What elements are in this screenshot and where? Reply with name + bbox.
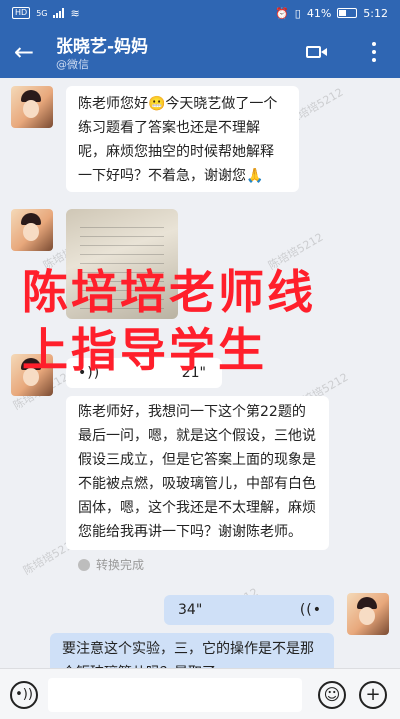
clock: 5:12 <box>363 6 388 20</box>
message-input[interactable] <box>48 678 302 712</box>
check-icon <box>78 558 90 571</box>
voice-transcript[interactable]: 陈老师好，我想问一下这个第22题的最后一问，嗯，就是这个假设，三他说假设三成立，… <box>66 396 329 550</box>
add-icon[interactable]: + <box>359 681 387 709</box>
back-arrow-icon[interactable]: ← <box>10 38 38 66</box>
vibrate-icon: ▯ <box>294 6 301 20</box>
sent-message-bubble[interactable]: 要注意这个实验，三，它的操作是不是那个钜玻璃管儿吗？是取了 <box>50 633 334 668</box>
chat-header: ← 张晓艺-妈妈 @微信 <box>0 26 400 78</box>
contact-name: 张晓艺-妈妈 <box>56 37 149 57</box>
signal-icon <box>53 8 65 18</box>
emoji-icon[interactable]: ☺ <box>318 681 346 709</box>
network-label: 5G <box>36 8 48 18</box>
wifi-icon: ≋ <box>70 6 80 20</box>
contact-source: @微信 <box>56 58 89 71</box>
battery-icon <box>337 8 358 18</box>
my-avatar[interactable] <box>347 593 389 635</box>
overlay-caption-line1: 陈培培老师线 <box>22 265 316 319</box>
sent-voice-message[interactable]: 34" ((• <box>164 595 334 625</box>
alarm-icon: ⏰ <box>275 6 289 20</box>
status-bar: HD 5G ≋ ⏰ ▯ 41% 5:12 <box>0 0 400 26</box>
overlay-caption-line2: 上指导学生 <box>22 323 267 377</box>
battery-percent: 41% <box>306 6 332 20</box>
avatar[interactable] <box>11 209 53 251</box>
more-options-icon[interactable] <box>364 40 384 64</box>
hd-badge: HD <box>12 7 31 19</box>
avatar[interactable] <box>11 86 53 128</box>
chat-area[interactable]: 陈培培5212 陈培培5212 陈培培5212 陈培培5212 陈培培5212 … <box>0 78 400 668</box>
message-bubble[interactable]: 陈老师您好😬今天晓艺做了一个练习题看了答案也还是不理解呢，麻烦您抽空的时候帮她解… <box>66 86 299 192</box>
voice-input-icon[interactable]: •)) <box>10 681 38 709</box>
video-call-icon[interactable] <box>306 44 328 60</box>
voice-wave-icon: ((• <box>299 602 322 618</box>
input-bar: •)) ☺ + <box>0 668 400 719</box>
convert-status: 转换完成 <box>78 556 144 573</box>
voice-duration: 34" <box>178 602 203 618</box>
convert-label: 转换完成 <box>96 558 145 572</box>
